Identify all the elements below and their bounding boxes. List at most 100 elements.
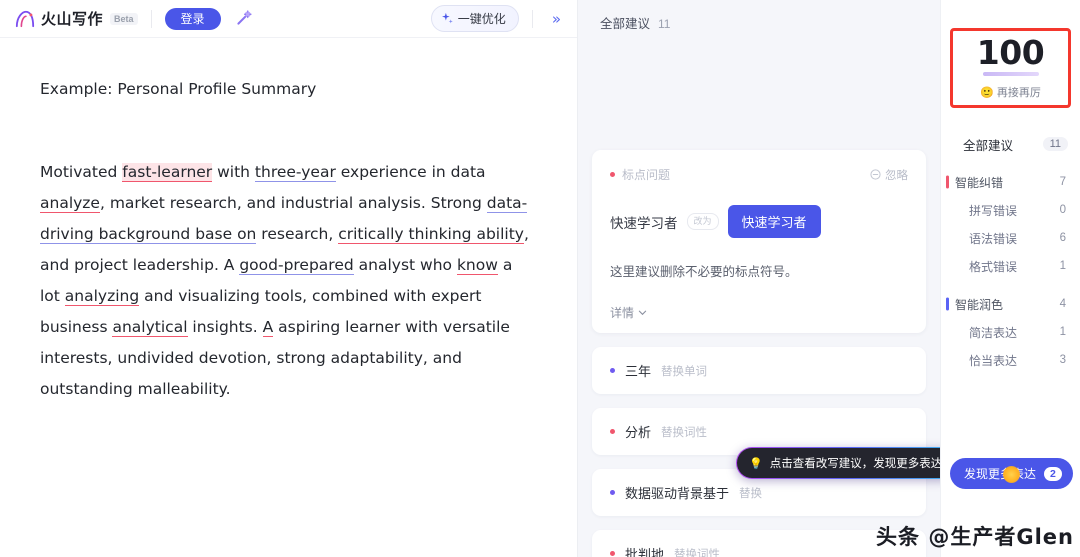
doc-issue-span[interactable]: analyzing: [64, 287, 140, 307]
sidebar-item-appropriate-expression[interactable]: 恰当表达 3: [941, 346, 1080, 374]
suggestion-tag: 标点问题: [610, 166, 670, 183]
suggestion-row-kind: 替换词性: [661, 426, 708, 439]
category-count: 1: [1059, 260, 1066, 272]
document-title: Example: Personal Profile Summary: [40, 80, 317, 98]
suggestion-type-dot: [610, 368, 615, 373]
brand: 火山写作 Beta: [14, 8, 138, 29]
sparkle-icon: [441, 12, 453, 24]
suggestion-row-kind: 替换: [739, 487, 763, 500]
score-emoji-icon: 🙂: [980, 86, 994, 99]
category-count: 4: [1059, 298, 1066, 310]
score-underline: [982, 72, 1039, 76]
category-count: 11: [1042, 137, 1068, 151]
category-label: 恰当表达: [969, 353, 1018, 368]
original-word: 快速学习者: [610, 215, 678, 231]
optimize-label: 一键优化: [457, 12, 506, 26]
category-count: 7: [1059, 176, 1066, 188]
category-label: 格式错误: [969, 259, 1018, 274]
score-sidebar: 100 🙂 再接再厉 全部建议 11 智能纠错 7 拼写错误 0 语法错误 6 …: [940, 0, 1080, 557]
category-label: 语法错误: [969, 231, 1018, 246]
doc-text: insights.: [187, 318, 263, 337]
suggestions-pane: 全部建议 11 标点问题 忽略 快速学习者 改为 快速学习者 这里建议删除不必要…: [578, 0, 940, 557]
ignore-label: 忽略: [885, 169, 908, 182]
magic-wand-icon[interactable]: [231, 6, 257, 32]
discover-more-label: 发现更多表达: [964, 467, 1037, 481]
category-gap: [941, 158, 1080, 168]
volcano-logo-icon: [15, 10, 35, 27]
discover-more-count: 2: [1044, 466, 1062, 481]
suggestion-row-word: 数据驱动背景基于: [625, 486, 730, 501]
doc-issue-span[interactable]: fast-learner: [122, 163, 213, 183]
doc-issue-span[interactable]: critically thinking ability: [338, 225, 524, 245]
ignore-button[interactable]: 忽略: [870, 167, 908, 183]
suggestion-row-word: 三年: [625, 364, 652, 379]
suggestion-card-header: 标点问题 忽略: [610, 166, 908, 183]
suggestion-row-kind: 替换单词: [661, 365, 708, 378]
category-count: 0: [1059, 204, 1066, 216]
category-label: 智能润色: [955, 297, 1004, 312]
category-count: 3: [1059, 354, 1066, 366]
doc-issue-span[interactable]: know: [456, 256, 498, 276]
discover-more-button[interactable]: 发现更多表达 2: [950, 458, 1073, 489]
apply-replacement-button[interactable]: 快速学习者: [727, 205, 821, 238]
suggestion-card[interactable]: 标点问题 忽略 快速学习者 改为 快速学习者 这里建议删除不必要的标点符号。 详…: [592, 150, 926, 333]
suggestions-header-label: 全部建议: [600, 17, 651, 31]
doc-issue-span[interactable]: three-year: [254, 163, 336, 183]
document-area[interactable]: Example: Personal Profile Summary Motiva…: [0, 38, 577, 405]
toolbar-divider-2: [531, 9, 533, 28]
suggestion-description: 这里建议删除不必要的标点符号。: [610, 265, 798, 279]
suggestion-type-dot: [610, 172, 615, 177]
suggestion-row-word: 分析: [625, 425, 652, 440]
doc-text: Motivated: [40, 163, 123, 182]
category-list: 全部建议 11 智能纠错 7 拼写错误 0 语法错误 6 格式错误 1 智能润色…: [941, 130, 1080, 374]
one-click-optimize-button[interactable]: 一键优化: [430, 5, 519, 32]
doc-text: research,: [256, 225, 339, 244]
sidebar-item-spelling-errors[interactable]: 拼写错误 0: [941, 196, 1080, 224]
doc-issue-span[interactable]: good-prepared: [239, 256, 354, 276]
tooltip-text: 点击查看改写建议，发现更多表达: [769, 458, 940, 470]
category-gap: [941, 280, 1080, 290]
app-root: 火山写作 Beta 登录 一键优化 » Example: Personal Pr…: [0, 0, 1080, 557]
sidebar-item-format-errors[interactable]: 格式错误 1: [941, 252, 1080, 280]
category-label: 智能纠错: [955, 175, 1004, 190]
collapse-panel-button[interactable]: »: [546, 8, 567, 30]
suggestion-type-dot: [610, 429, 615, 434]
doc-issue-span[interactable]: analytical: [112, 318, 188, 338]
watermark: 头条 @生产者Glen: [876, 525, 1074, 549]
score-box: 100 🙂 再接再厉: [950, 28, 1071, 108]
suggestion-row[interactable]: 三年 替换单词: [592, 347, 926, 394]
login-button[interactable]: 登录: [164, 7, 221, 30]
suggestions-header: 全部建议 11: [578, 0, 940, 32]
doc-text: with: [212, 163, 255, 182]
rewrite-hint-tooltip: 💡 点击查看改写建议，发现更多表达: [736, 447, 940, 479]
category-count: 1: [1059, 326, 1066, 338]
document-paragraph[interactable]: Motivated fast-learner with three-year e…: [40, 157, 537, 405]
sidebar-item-all-suggestions[interactable]: 全部建议 11: [941, 130, 1080, 158]
suggestion-type-dot: [610, 490, 615, 495]
suggestion-details-toggle[interactable]: 详情: [610, 304, 908, 321]
doc-issue-span[interactable]: A: [262, 318, 274, 338]
suggestion-tag-label: 标点问题: [622, 168, 671, 182]
score-label: 🙂 再接再厉: [980, 84, 1041, 100]
suggestion-row-word: 批判地: [625, 547, 665, 557]
sidebar-item-grammar-errors[interactable]: 语法错误 6: [941, 224, 1080, 252]
sidebar-item-smart-polish[interactable]: 智能润色 4: [941, 290, 1080, 318]
category-accent-bar: [946, 297, 949, 311]
discover-more-wrap: 发现更多表达 2: [950, 458, 1073, 489]
top-toolbar: 火山写作 Beta 登录 一键优化 »: [0, 0, 577, 38]
change-to-label: 改为: [686, 213, 719, 230]
suggestion-row-kind: 替换词性: [674, 548, 721, 557]
doc-text: , market research, and industrial analys…: [99, 194, 487, 213]
sidebar-item-concise-expression[interactable]: 简洁表达 1: [941, 318, 1080, 346]
lightbulb-icon: 💡: [749, 457, 763, 470]
doc-issue-span[interactable]: analyze: [40, 194, 100, 214]
beta-badge: Beta: [110, 12, 138, 25]
score-value: 100: [976, 33, 1045, 72]
suggestion-change-row: 快速学习者 改为 快速学习者: [610, 205, 908, 238]
editor-pane: 火山写作 Beta 登录 一键优化 » Example: Personal Pr…: [0, 0, 578, 557]
category-label: 全部建议: [963, 138, 1014, 153]
category-accent-bar: [946, 175, 949, 189]
sidebar-item-smart-correction[interactable]: 智能纠错 7: [941, 168, 1080, 196]
toolbar-divider: [150, 9, 152, 28]
doc-text: analyst who: [353, 256, 457, 275]
